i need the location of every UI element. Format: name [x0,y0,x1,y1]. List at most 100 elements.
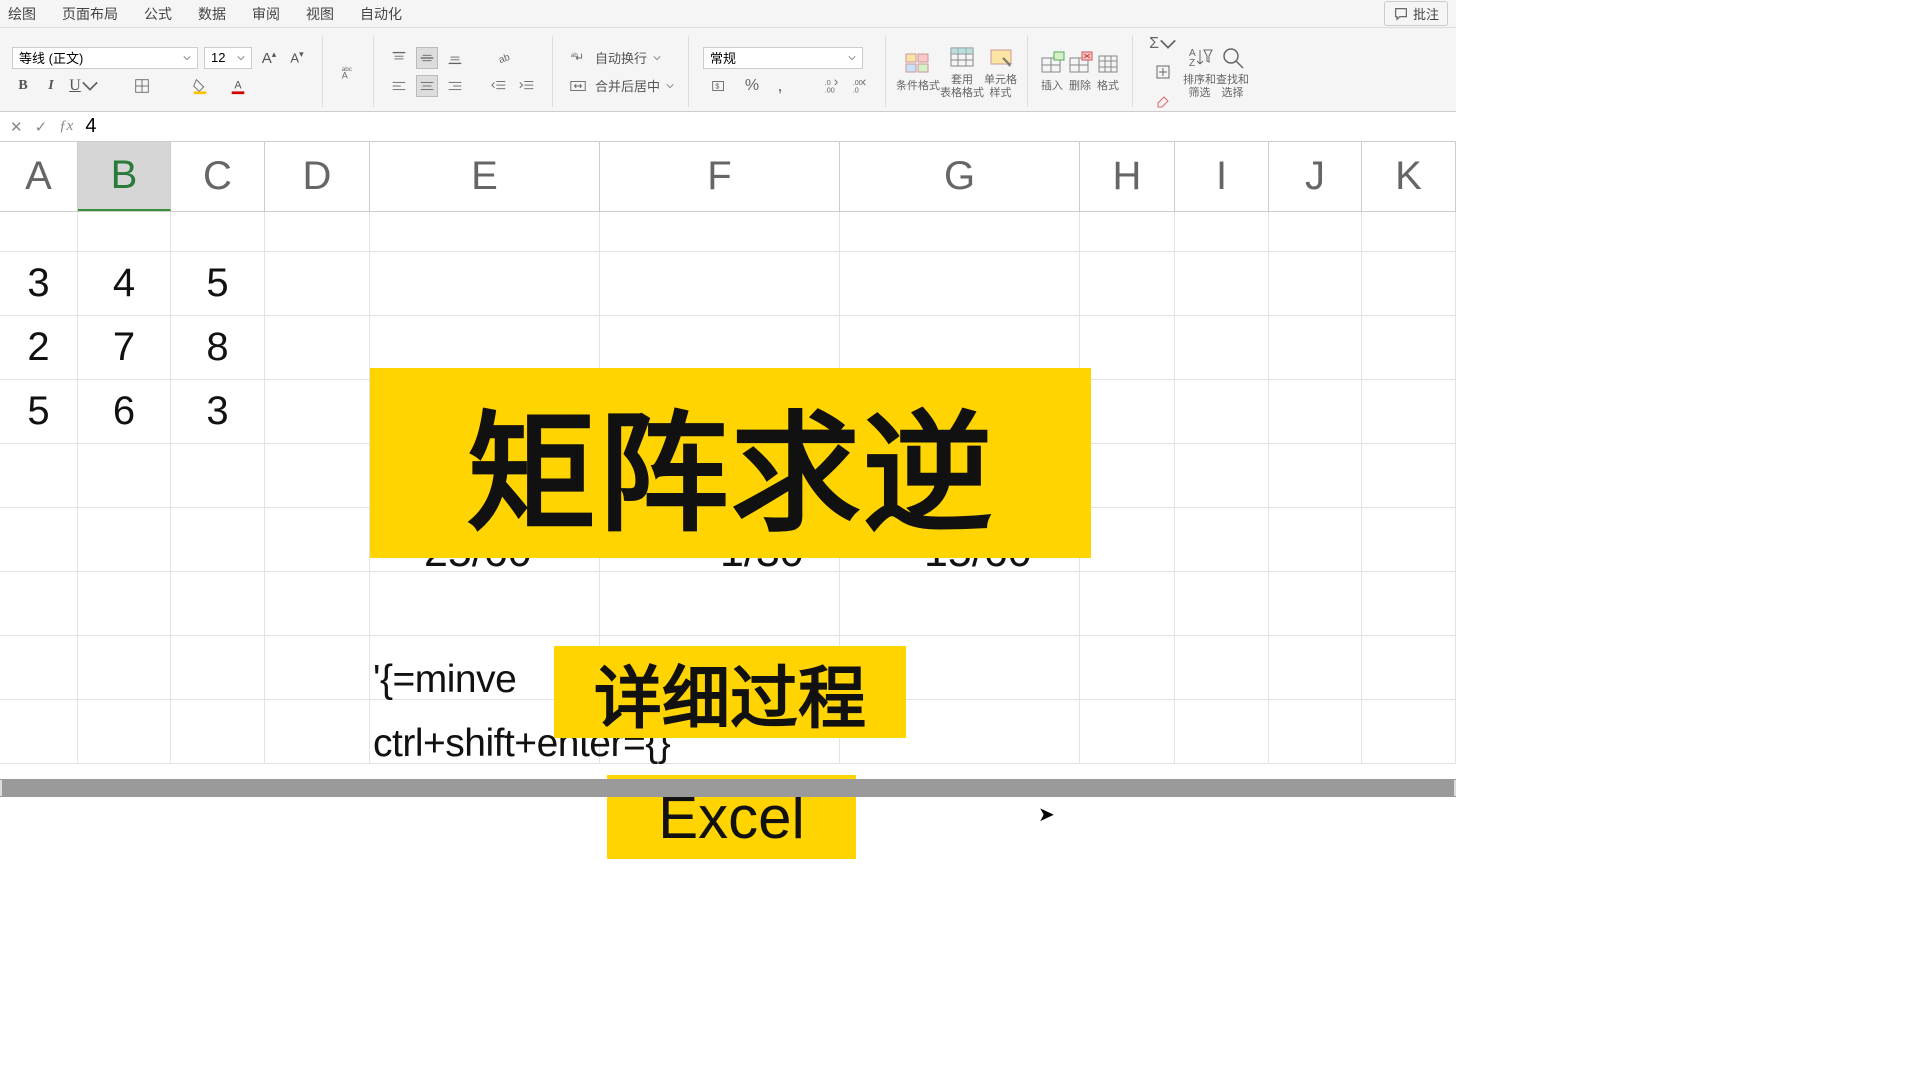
fill-button[interactable] [1147,61,1179,83]
confirm-formula-button[interactable]: ✓ [35,118,48,136]
border-button[interactable] [126,75,158,97]
clear-button[interactable] [1147,89,1179,111]
menu-item-automation[interactable]: 自动化 [360,4,402,24]
scrollbar-thumb[interactable] [2,779,1454,797]
orientation-button[interactable]: ab [488,47,520,69]
col-header-h[interactable]: H [1080,142,1175,211]
col-header-d[interactable]: D [265,142,370,211]
underline-button[interactable]: U [68,75,100,97]
percent-button[interactable]: % [741,75,763,97]
menu-item-review[interactable]: 审阅 [252,4,280,24]
menu-item-layout[interactable]: 页面布局 [62,4,118,24]
chevron-down-icon [237,54,245,62]
ribbon-toolbar: 等线 (正文) 12 A▴ A▾ B I U A abcA [0,28,1456,112]
font-name-value: 等线 (正文) [19,48,83,67]
align-bottom-button[interactable] [444,47,466,69]
format-as-table-button[interactable]: 套用 表格格式 [940,32,984,111]
horizontal-scrollbar[interactable] [0,779,1456,797]
format-cells-icon [1094,50,1122,78]
wrap-text-label[interactable]: 自动换行 [595,48,647,67]
table-format-icon [948,44,976,72]
col-header-e[interactable]: E [370,142,600,211]
col-header-c[interactable]: C [171,142,265,211]
cell[interactable]: 7 [78,316,171,379]
svg-text:A: A [234,79,242,91]
spreadsheet-grid[interactable]: A B C D E F G H I J K 3 4 5 2 7 8 5 6 3 [0,142,1456,764]
sort-filter-button[interactable]: AZ 排序和 筛选 [1183,32,1216,111]
bold-button[interactable]: B [12,75,34,97]
number-format-combo[interactable]: 常规 [703,47,863,69]
col-header-j[interactable]: J [1269,142,1362,211]
increase-indent-button[interactable] [516,75,538,97]
cell[interactable]: 3 [171,380,265,443]
svg-text:A: A [342,70,348,80]
currency-button[interactable]: $ [703,75,735,97]
format-button[interactable]: 格式 [1094,32,1122,111]
col-header-g[interactable]: G [840,142,1080,211]
ruby-button[interactable]: abcA [337,61,359,83]
menu-item-data[interactable]: 数据 [198,4,226,24]
col-header-f[interactable]: F [600,142,840,211]
font-size-combo[interactable]: 12 [204,47,252,69]
cell[interactable]: 4 [78,252,171,315]
overlay-title: 矩阵求逆 [370,368,1091,558]
cursor-icon: ➤ [1038,802,1055,827]
chevron-down-icon [848,54,856,62]
menu-item-view[interactable]: 视图 [306,4,334,24]
delete-button[interactable]: 删除 [1066,32,1094,111]
cell[interactable]: 5 [171,252,265,315]
align-right-button[interactable] [444,75,466,97]
search-icon [1219,44,1247,72]
find-select-button[interactable]: 查找和 选择 [1216,32,1249,111]
merge-label[interactable]: 合并后居中 [595,76,660,95]
formula-bar: ✕ ✓ ƒx 4 [0,112,1456,142]
col-header-b[interactable]: B [78,142,171,211]
align-center-button[interactable] [416,75,438,97]
col-header-i[interactable]: I [1175,142,1269,211]
cell[interactable]: 6 [78,380,171,443]
formula-text-1: '{=minve [373,658,516,702]
cell[interactable]: 8 [171,316,265,379]
decrease-indent-button[interactable] [488,75,510,97]
cell-styles-button[interactable]: 单元格 样式 [984,32,1017,111]
col-header-k[interactable]: K [1362,142,1456,211]
fill-color-button[interactable] [184,75,216,97]
increase-decimal-button[interactable]: .0.00 [821,75,843,97]
align-top-button[interactable] [388,47,410,69]
sort-filter-icon: AZ [1186,44,1214,72]
insert-cells-icon [1038,50,1066,78]
decrease-font-button[interactable]: A▾ [286,47,308,69]
align-left-button[interactable] [388,75,410,97]
cell[interactable]: 5 [0,380,78,443]
cell[interactable]: 3 [0,252,78,315]
overlay-subtitle-1: 详细过程 [554,646,906,738]
font-size-value: 12 [211,50,225,65]
align-middle-button[interactable] [416,47,438,69]
increase-font-button[interactable]: A▴ [258,47,280,69]
menu-item-draw[interactable]: 绘图 [8,4,36,24]
delete-cells-icon [1066,50,1094,78]
conditional-format-button[interactable]: 条件格式 [896,32,940,111]
font-color-button[interactable]: A [222,75,254,97]
decrease-decimal-button[interactable]: .00.0 [849,75,871,97]
cell[interactable]: 2 [0,316,78,379]
merge-icon[interactable] [567,75,589,97]
number-format-value: 常规 [710,48,736,67]
col-header-a[interactable]: A [0,142,78,211]
chevron-down-icon [666,82,674,90]
fx-label[interactable]: ƒx [59,118,73,135]
formula-value[interactable]: 4 [85,115,97,138]
menu-item-formula[interactable]: 公式 [144,4,172,24]
comma-button[interactable]: , [769,75,791,97]
column-headers[interactable]: A B C D E F G H I J K [0,142,1456,212]
conditional-format-icon [904,50,932,78]
svg-text:.00: .00 [825,85,835,94]
font-name-combo[interactable]: 等线 (正文) [12,47,198,69]
cancel-formula-button[interactable]: ✕ [10,118,23,136]
chevron-down-icon [81,77,99,95]
comments-button[interactable]: 批注 [1384,1,1448,26]
insert-button[interactable]: 插入 [1038,32,1066,111]
autosum-button[interactable]: Σ [1147,33,1179,55]
wrap-text-icon[interactable]: ab [567,47,589,69]
italic-button[interactable]: I [40,75,62,97]
